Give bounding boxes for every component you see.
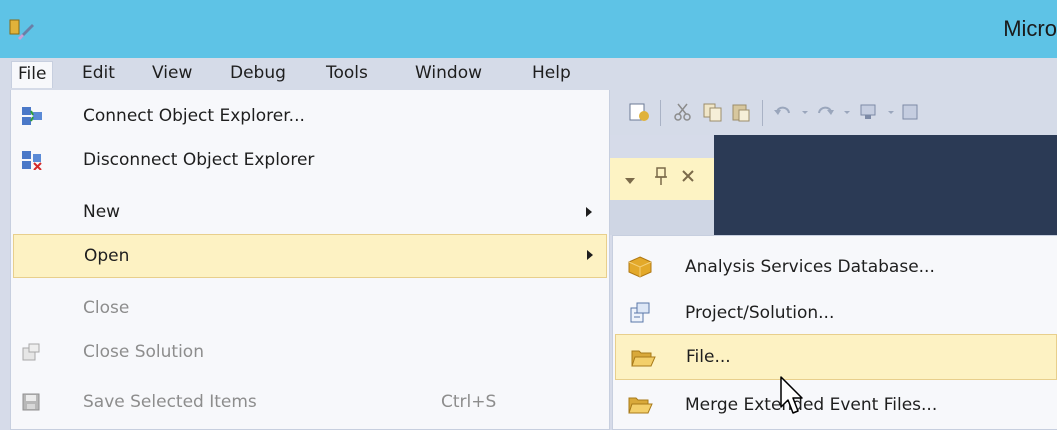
menu-item-label: Close Solution [83, 342, 204, 362]
project-solution-icon [630, 302, 650, 323]
menu-item-save-selected-items[interactable]: Save Selected Items Ctrl+S [11, 380, 609, 424]
submenu-item-analysis-services-database[interactable]: Analysis Services Database... [613, 244, 1057, 290]
menu-item-new[interactable]: New [11, 190, 609, 234]
menu-item-open[interactable]: Open [13, 234, 607, 278]
close-solution-icon [22, 343, 40, 361]
menu-help[interactable]: Help [526, 61, 577, 88]
mouse-cursor-icon [780, 376, 803, 414]
menu-item-label: Open [84, 246, 130, 266]
toolbar [600, 90, 1057, 135]
menu-item-label: Analysis Services Database... [685, 257, 935, 277]
dropdown-arrow-icon[interactable] [880, 102, 902, 122]
submenu-item-merge-extended-event-files[interactable]: Merge Extended Event Files... [613, 382, 1057, 428]
toolbar-separator [762, 100, 763, 126]
dropdown-arrow-icon[interactable] [836, 102, 858, 122]
dropdown-arrow-icon[interactable] [794, 102, 816, 122]
window-layout-icon[interactable] [900, 102, 922, 122]
redo-icon[interactable] [814, 102, 836, 122]
title-bar: Micro [0, 0, 1057, 58]
navigate-icon[interactable] [858, 102, 880, 122]
pin-icon[interactable] [654, 166, 668, 191]
open-submenu: Analysis Services Database... Project/So… [612, 235, 1057, 430]
menu-view[interactable]: View [146, 61, 198, 88]
submenu-arrow-icon [587, 250, 593, 260]
save-icon [22, 393, 40, 411]
object-explorer-pane-header [600, 158, 714, 200]
undo-icon[interactable] [772, 102, 794, 122]
file-menu-dropdown: Connect Object Explorer... Disconnect Ob… [10, 90, 610, 430]
menu-file[interactable]: File [11, 61, 54, 88]
cut-icon[interactable] [672, 102, 694, 122]
menu-item-label: File... [686, 347, 731, 367]
menu-item-label: Close [83, 298, 130, 318]
menu-item-label: New [83, 202, 121, 222]
submenu-item-file[interactable]: File... [615, 334, 1057, 380]
menu-item-label: Merge Extended Event Files... [685, 395, 938, 415]
menu-item-label: Project/Solution... [685, 303, 835, 323]
open-folder-icon [628, 397, 653, 414]
menu-item-label: Disconnect Object Explorer [83, 150, 315, 170]
paste-icon[interactable] [730, 102, 752, 122]
submenu-arrow-icon [586, 207, 592, 217]
menu-item-label: Save Selected Items [83, 392, 257, 412]
window-title: Micro [1003, 16, 1057, 41]
menu-item-close-solution[interactable]: Close Solution [11, 330, 609, 374]
close-icon[interactable] [680, 166, 696, 191]
new-query-icon[interactable] [628, 102, 650, 122]
menu-item-close[interactable]: Close [11, 286, 609, 330]
object-explorer-pane [600, 200, 714, 235]
menu-window[interactable]: Window [409, 61, 488, 88]
copy-icon[interactable] [702, 102, 724, 122]
open-folder-icon [631, 350, 656, 367]
analysis-database-icon [628, 256, 652, 278]
menu-item-connect-object-explorer[interactable]: Connect Object Explorer... [11, 94, 609, 138]
pane-dropdown-icon[interactable] [624, 170, 636, 191]
document-area [714, 135, 1057, 235]
connect-object-explorer-icon [22, 107, 42, 125]
menu-item-label: Connect Object Explorer... [83, 106, 305, 126]
menu-tools[interactable]: Tools [320, 61, 374, 88]
submenu-item-project-solution[interactable]: Project/Solution... [613, 290, 1057, 336]
toolbar-separator [660, 100, 661, 126]
ssms-app-icon[interactable] [8, 18, 36, 42]
menu-bar: File Edit View Debug Tools Window Help [0, 58, 1057, 90]
menu-edit[interactable]: Edit [76, 61, 121, 88]
shortcut-text: Ctrl+S [441, 392, 497, 412]
menu-item-disconnect-object-explorer[interactable]: Disconnect Object Explorer [11, 138, 609, 182]
menu-debug[interactable]: Debug [224, 61, 292, 88]
disconnect-object-explorer-icon [22, 151, 42, 170]
